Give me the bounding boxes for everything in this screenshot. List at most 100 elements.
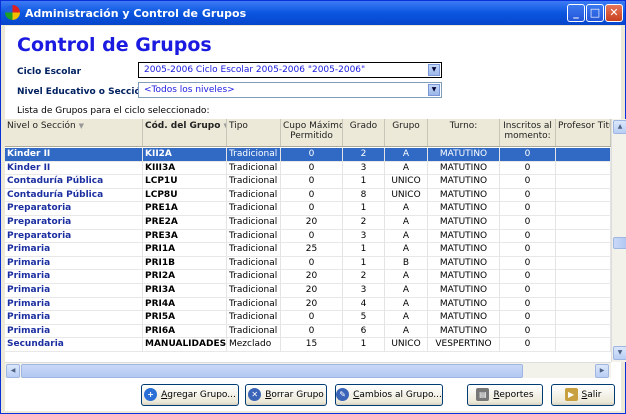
cell-inscritos: 0 — [500, 256, 556, 270]
col-header-inscritos[interactable]: Inscritos al momento: — [500, 119, 556, 146]
table-row[interactable]: Contaduría Pública LCP1U Tradicional 0 1 UNIC… — [5, 175, 611, 189]
cell-inscritos: 0 — [500, 216, 556, 229]
cell-grupo: UNICO — [385, 175, 428, 189]
cell-cupo: 0 — [281, 229, 343, 243]
agregar-grupo-button[interactable]: + Agregar Grupo... — [141, 384, 239, 406]
cell-nivel: Preparatoria — [5, 202, 143, 216]
cell-turno: MATUTINO — [428, 175, 500, 189]
cell-tipo: Mezclado — [227, 338, 281, 352]
cell-turno: MATUTINO — [428, 284, 500, 297]
cell-grupo: A — [385, 161, 428, 175]
col-header-grado[interactable]: Grado — [343, 119, 385, 146]
cell-turno: MATUTINO — [428, 148, 500, 161]
col-header-tipo[interactable]: Tipo — [227, 119, 281, 146]
cell-grupo: A — [385, 311, 428, 325]
cell-nivel: Secundaria — [5, 338, 143, 352]
table-row[interactable]: Secundaria MANUALIDADES Mezclado 15 1 UNICO VE… — [5, 338, 611, 352]
scroll-down-icon[interactable]: ▼ — [613, 346, 626, 360]
table-row[interactable]: Contaduría Pública LCP8U Tradicional 0 8 UNIC… — [5, 188, 611, 203]
cell-inscritos: 0 — [500, 297, 556, 311]
cell-inscritos: 0 — [500, 324, 556, 338]
reportes-button[interactable]: ▤ Reportes — [467, 384, 543, 406]
table-row[interactable]: Preparatoria PRE1A Tradicional 0 1 A MATUTINO 0 — [5, 202, 611, 216]
cell-profesor — [556, 148, 611, 161]
cell-cupo: 0 — [281, 188, 343, 202]
cell-cod: PRE1A — [143, 202, 227, 216]
table-row[interactable]: Primaria PRI1A Tradicional 25 1 A MATUTINO 0 — [5, 243, 611, 257]
table-row[interactable]: Primaria PRI1B Tradicional 0 1 B MATUTINO 0 — [5, 256, 611, 271]
table-row[interactable]: Primaria PRI5A Tradicional 0 5 A MATUTINO 0 — [5, 311, 611, 325]
cell-grado: 4 — [343, 297, 385, 311]
cell-grupo: B — [385, 256, 428, 270]
cell-nivel: Primaria — [5, 297, 143, 311]
cell-tipo: Tradicional — [227, 311, 281, 325]
table-row[interactable]: Preparatoria PRE2A Tradicional 20 2 A MATUTINO… — [5, 216, 611, 230]
app-icon — [5, 5, 20, 20]
scroll-right-icon[interactable]: ▶ — [595, 364, 609, 378]
table-row[interactable]: Primaria PRI2A Tradicional 20 2 A MATUTINO 0 — [5, 270, 611, 284]
cell-grado: 5 — [343, 311, 385, 325]
sort-arrow-icon: ▼ — [78, 122, 84, 130]
cell-profesor — [556, 311, 611, 325]
ciclo-label: Ciclo Escolar — [17, 67, 82, 77]
list-label: Lista de Grupos para el ciclo selecciona… — [17, 106, 210, 116]
hscroll-thumb[interactable] — [21, 364, 523, 378]
table-row[interactable]: Primaria PRI6A Tradicional 0 6 A MATUTINO 0 — [5, 324, 611, 339]
cell-inscritos: 0 — [500, 338, 556, 352]
cell-tipo: Tradicional — [227, 270, 281, 284]
minimize-button[interactable]: _ — [567, 4, 585, 22]
table-row[interactable]: Kinder II KII2A Tradicional 0 2 A MATUTINO 0 — [5, 148, 611, 162]
cambios-grupo-button[interactable]: ✎ Cambios al Grupo... — [335, 384, 443, 406]
chevron-down-icon[interactable]: ▼ — [428, 64, 440, 76]
ciclo-select[interactable]: 2005-2006 Ciclo Escolar 2005-2006 "2005-… — [138, 62, 442, 78]
cell-cod: LCP8U — [143, 188, 227, 202]
cell-nivel: Primaria — [5, 256, 143, 270]
groups-table[interactable]: Nivel o Sección ▼ Cód. del Grupo ▼ Tipo … — [5, 119, 611, 362]
button-label: alir — [587, 390, 602, 400]
table-row[interactable]: Preparatoria PRE3A Tradicional 0 3 A MATUTINO 0 — [5, 229, 611, 244]
col-header-turno[interactable]: Turno: — [428, 119, 500, 146]
cell-tipo: Tradicional — [227, 229, 281, 243]
table-row[interactable]: Primaria PRI4A Tradicional 20 4 A MATUTINO 0 — [5, 297, 611, 312]
cell-profesor — [556, 175, 611, 189]
salir-button[interactable]: ▶ Salir — [551, 384, 615, 406]
cell-grupo: A — [385, 229, 428, 243]
cell-cod: PRE2A — [143, 216, 227, 229]
maximize-button[interactable]: □ — [586, 4, 604, 22]
cell-turno: VESPERTINO — [428, 338, 500, 352]
table-row[interactable]: Kinder II KIII3A Tradicional 0 3 A MATUTINO 0 — [5, 161, 611, 176]
cell-cupo: 25 — [281, 243, 343, 257]
chevron-down-icon[interactable]: ▼ — [428, 84, 440, 96]
horizontal-scrollbar[interactable]: ◀ ▶ — [5, 362, 611, 378]
col-header-cupo[interactable]: Cupo Máximo Permitido — [281, 119, 343, 146]
cell-nivel: Contaduría Pública — [5, 175, 143, 189]
cell-profesor — [556, 270, 611, 284]
scroll-left-icon[interactable]: ◀ — [6, 364, 20, 378]
cell-profesor — [556, 216, 611, 229]
cell-grado: 6 — [343, 324, 385, 338]
nivel-select[interactable]: <Todos los niveles> ▼ — [138, 82, 442, 98]
vertical-scrollbar[interactable]: ▲ ▼ — [611, 119, 626, 362]
cell-cupo: 0 — [281, 324, 343, 338]
cell-inscritos: 0 — [500, 284, 556, 297]
col-header-nivel[interactable]: Nivel o Sección ▼ — [5, 119, 143, 146]
title-bar[interactable]: Administración y Control de Grupos _ □ ✕ — [1, 1, 625, 25]
table-header: Nivel o Sección ▼ Cód. del Grupo ▼ Tipo … — [5, 119, 611, 147]
ciclo-value: 2005-2006 Ciclo Escolar 2005-2006 "2005-… — [144, 65, 366, 75]
cell-nivel: Contaduría Pública — [5, 188, 143, 202]
col-header-profesor[interactable]: Profesor Titular — [556, 119, 611, 146]
borrar-grupo-button[interactable]: ✕ Borrar Grupo — [245, 384, 327, 406]
cell-grado: 1 — [343, 338, 385, 352]
close-button[interactable]: ✕ — [605, 4, 623, 22]
cell-nivel: Primaria — [5, 311, 143, 325]
cell-turno: MATUTINO — [428, 256, 500, 270]
cell-inscritos: 0 — [500, 148, 556, 161]
scroll-thumb[interactable] — [613, 237, 626, 249]
cell-inscritos: 0 — [500, 161, 556, 175]
cell-profesor — [556, 188, 611, 202]
cell-grupo: A — [385, 148, 428, 161]
col-header-grupo[interactable]: Grupo — [385, 119, 428, 146]
scroll-up-icon[interactable]: ▲ — [613, 120, 626, 134]
col-header-cod[interactable]: Cód. del Grupo ▼ — [143, 119, 227, 146]
table-row[interactable]: Primaria PRI3A Tradicional 20 3 A MATUTINO 0 — [5, 284, 611, 298]
